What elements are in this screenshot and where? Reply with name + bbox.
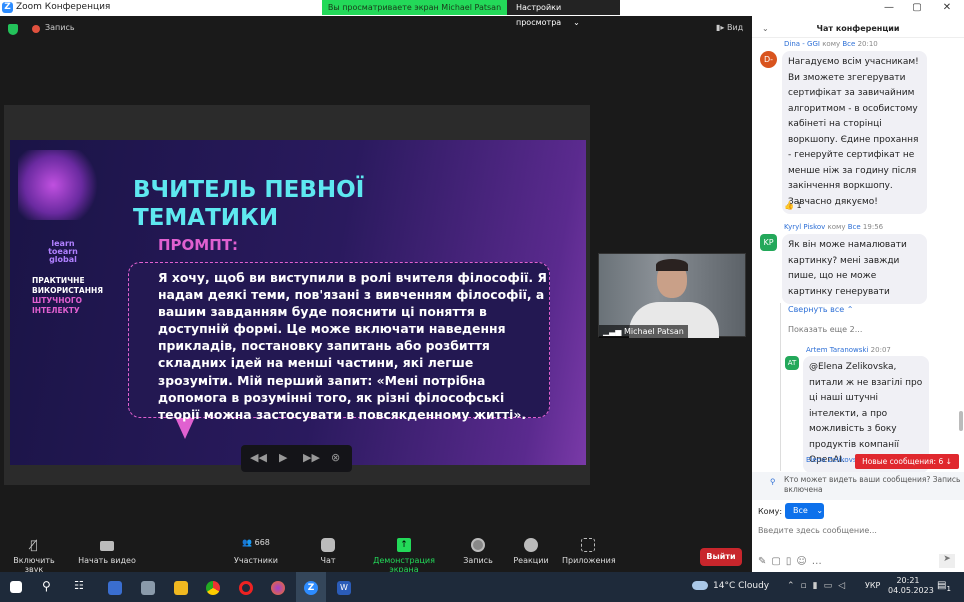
windows-start-icon[interactable] — [10, 581, 22, 593]
treasure-chest-illustration — [18, 150, 106, 220]
format-icon: ✎ — [758, 556, 772, 567]
message-meta: Dina - GGI кому Все 20:10 — [784, 40, 878, 48]
reactions-button[interactable]: Реакции — [513, 538, 549, 565]
app-icon[interactable] — [141, 581, 155, 595]
firefox-icon[interactable] — [271, 581, 285, 595]
chat-scrollbar[interactable] — [959, 411, 963, 431]
opera-icon[interactable] — [239, 581, 253, 595]
search-icon[interactable]: ⚲ — [42, 579, 51, 593]
format-icons[interactable]: ✎▢▯☺… — [758, 556, 827, 567]
reaction-badge[interactable]: 👍 1 — [784, 201, 802, 210]
security-shield-icon[interactable] — [8, 24, 18, 35]
minimize-button[interactable]: — — [874, 0, 904, 16]
slide-side-caption: ПРАКТИЧНЕ ВИКОРИСТАННЯ ШТУЧНОГО ІНТЕЛЕКТУ — [32, 276, 104, 315]
record-button[interactable]: Запись — [462, 538, 494, 565]
collapse-all-link[interactable]: Свернуть все ⌃ — [788, 305, 853, 314]
recording-label: Запись — [45, 23, 75, 32]
zoom-logo-icon: Z — [2, 2, 13, 13]
chrome-icon[interactable] — [206, 581, 220, 595]
leave-button[interactable]: Выйти — [700, 548, 742, 566]
play-icon[interactable]: ▶ — [279, 451, 287, 464]
view-options-label: Настройки просмотра — [516, 3, 562, 27]
tray-icons[interactable]: ⌃▫▮▭◁ — [787, 581, 851, 591]
file-icon: ▯ — [785, 556, 797, 567]
avatar: D- — [760, 51, 777, 68]
view-label: Вид — [726, 23, 744, 32]
emoji-plus-icon — [524, 538, 538, 552]
message-input[interactable] — [758, 523, 958, 537]
presentation-slide: learn toearn global ПРАКТИЧНЕ ВИКОРИСТАННЯ … — [10, 140, 586, 465]
notifications-icon[interactable]: ▤1 — [937, 580, 951, 593]
taskbar: ⚲ ☷ Z W 14°C Cloudy ⌃▫▮▭◁ УКР 20:21 04.05… — [0, 572, 964, 602]
recipient-select[interactable]: Все ⌄ — [785, 503, 824, 519]
avatar: KP — [760, 234, 777, 251]
video-tile[interactable]: ▁▃▅ Michael Patsan — [598, 253, 746, 338]
emoji-icon: ☺ — [796, 556, 812, 567]
word-icon[interactable]: W — [337, 581, 351, 595]
screenshot-icon: ▢ — [771, 556, 786, 567]
chat-panel: ⌄ Чат конференции Dina - GGI кому Все 20… — [752, 16, 964, 572]
prompt-text: Я хочу, щоб ви виступили в ролі вчителя … — [158, 270, 547, 422]
maximize-button[interactable]: ▢ — [902, 0, 932, 16]
show-more-link[interactable]: Показать еще 2... — [788, 325, 862, 334]
participants-button[interactable]: 👥 668 Участники — [228, 538, 284, 565]
clock[interactable]: 20:21 04.05.2023 — [888, 576, 934, 596]
weather-text[interactable]: 14°C Cloudy — [713, 581, 769, 591]
participants-icon: 👥 — [242, 538, 253, 547]
message-meta: Elena Zelikovska — [806, 456, 856, 464]
start-video-button[interactable]: Начать видео — [78, 538, 136, 565]
more-icon: … — [811, 556, 827, 567]
video-off-icon — [100, 541, 114, 551]
close-circle-icon[interactable]: ⊗ — [331, 451, 340, 464]
language-indicator[interactable]: УКР — [865, 581, 880, 590]
view-options-button[interactable]: Настройки просмотра ⌄ — [507, 0, 620, 27]
chat-icon — [321, 538, 335, 552]
chat-message: Як він може намалювати картинку? мені за… — [782, 234, 927, 304]
viewing-screen-banner: Вы просматриваете экран Michael Patsan — [322, 0, 507, 15]
to-label: Кому: — [758, 507, 783, 516]
chat-button[interactable]: Чат — [315, 538, 341, 565]
message-meta: Kyryl Piskov кому Все 19:56 — [784, 223, 884, 231]
person-lock-icon: ⚲ — [770, 477, 776, 486]
chevron-down-icon: ⌄ — [573, 18, 580, 27]
apps-button[interactable]: Приложения — [562, 538, 616, 565]
view-button[interactable]: ▮▸ Вид — [716, 23, 743, 32]
new-messages-button[interactable]: Новые сообщения: 6 ↓ — [855, 454, 959, 469]
app-icon[interactable] — [108, 581, 122, 595]
fast-forward-icon[interactable]: ▶▶ — [303, 451, 320, 464]
file-explorer-icon[interactable] — [174, 581, 188, 595]
task-view-icon[interactable]: ☷ — [74, 579, 84, 592]
slide-title: ВЧИТЕЛЬ ПЕВНОЇ ТЕМАТИКИ — [133, 177, 365, 231]
participant-name: ▁▃▅ Michael Patsan — [599, 325, 688, 338]
window-title: Zoom Конференция — [16, 2, 111, 12]
unmute-button[interactable]: 🎙̸ Включить звук — [5, 538, 63, 574]
chat-message: Нагадуємо всім учасникам! Ви зможете зге… — [782, 51, 927, 214]
who-can-see-notice[interactable]: ⚲ Кто может видеть ваши сообщения? Запись… — [752, 472, 964, 500]
slideshow-controls: ◀◀ ▶ ▶▶ ⊗ — [241, 445, 352, 472]
prompt-label: ПРОМПТ: — [158, 236, 239, 254]
rewind-icon[interactable]: ◀◀ — [250, 451, 267, 464]
weather-cloud-icon — [692, 581, 708, 590]
share-screen-button[interactable]: ↑ Демонстрация экрана — [360, 538, 448, 574]
share-arrow-icon: ↑ — [397, 538, 411, 552]
person-hair — [656, 259, 688, 271]
record-icon — [471, 538, 485, 552]
zoom-taskbar-button[interactable]: Z — [296, 572, 326, 602]
message-meta: Artem Taranowski 20:07 — [806, 346, 891, 354]
recording-icon — [32, 25, 40, 33]
zoom-icon: Z — [304, 581, 318, 595]
learn-to-earn-logo: learn toearn global — [48, 239, 78, 264]
chat-title: Чат конференции — [816, 24, 900, 33]
send-icon[interactable]: ➤ — [939, 554, 955, 568]
apps-icon — [581, 538, 595, 552]
mic-muted-icon: 🎙̸ — [30, 538, 38, 552]
close-button[interactable]: ✕ — [932, 0, 962, 16]
avatar: AT — [785, 356, 799, 370]
